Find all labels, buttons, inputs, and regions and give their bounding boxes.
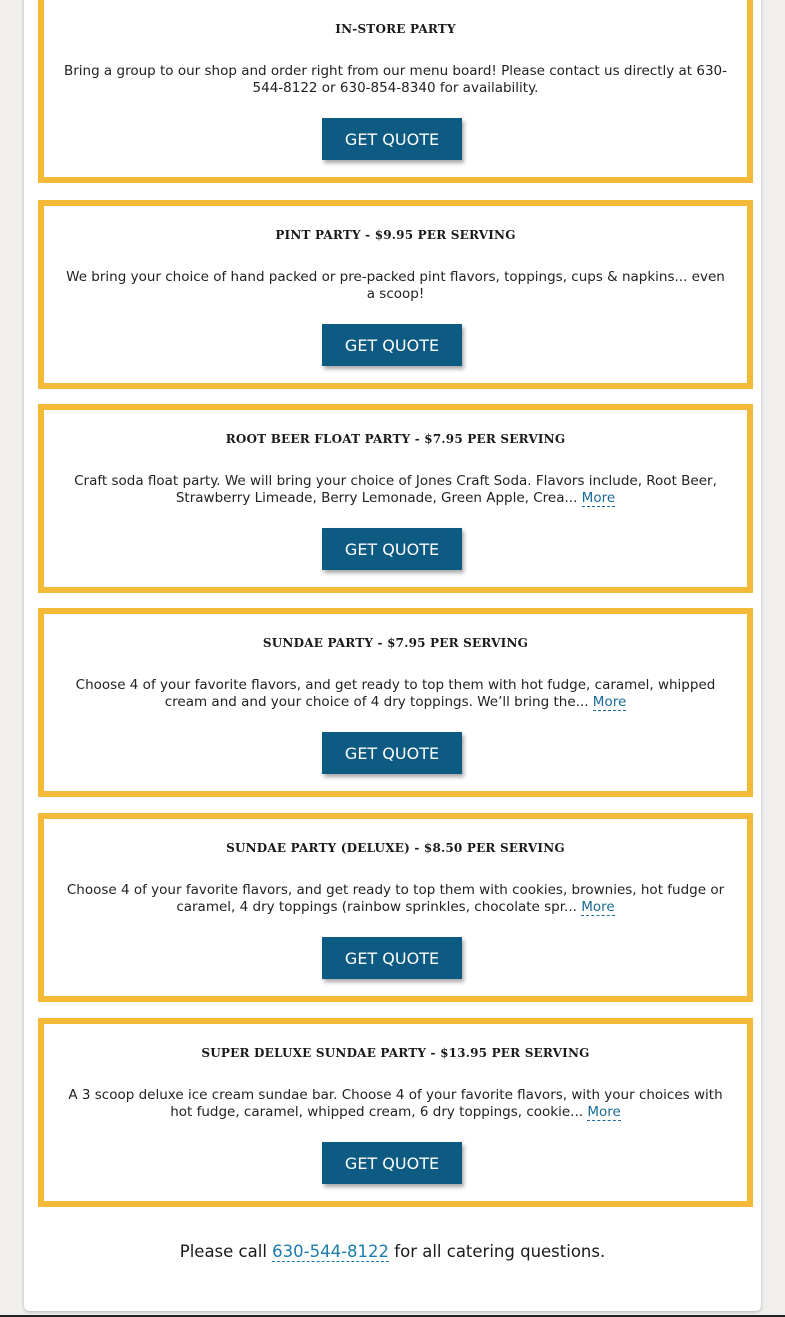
get-quote-button[interactable]: GET QUOTE xyxy=(322,324,462,366)
phone-link[interactable]: 630-544-8122 xyxy=(272,1242,390,1262)
more-link[interactable]: More xyxy=(587,1104,621,1121)
party-description-text: Bring a group to our shop and order righ… xyxy=(63,63,728,96)
party-description-text: Choose 4 of your favorite flavors, and g… xyxy=(66,882,725,915)
party-description: Choose 4 of your favorite flavors, and g… xyxy=(62,677,729,711)
party-card-in-store: IN-STORE PARTY Bring a group to our shop… xyxy=(38,0,753,183)
catering-contact-line: Please call 630-544-8122 for all caterin… xyxy=(24,1242,761,1262)
party-card-super-deluxe: SUPER DELUXE SUNDAE PARTY - $13.95 PER S… xyxy=(38,1018,753,1207)
more-link[interactable]: More xyxy=(592,694,627,711)
more-link[interactable]: More xyxy=(581,490,616,507)
party-title: SUNDAE PARTY (DELUXE) - $8.50 PER SERVIN… xyxy=(226,841,565,855)
party-title: ROOT BEER FLOAT PARTY - $7.95 PER SERVIN… xyxy=(225,432,566,446)
party-description: We bring your choice of hand packed or p… xyxy=(62,269,729,303)
footer-suffix: for all catering questions. xyxy=(389,1242,606,1261)
get-quote-button[interactable]: GET QUOTE xyxy=(322,528,462,570)
party-description: Craft soda float party. We will bring yo… xyxy=(62,473,729,507)
party-description-text: A 3 scoop deluxe ice cream sundae bar. C… xyxy=(68,1087,723,1120)
party-description: Choose 4 of your favorite flavors, and g… xyxy=(62,882,729,916)
footer-prefix: Please call xyxy=(179,1242,273,1261)
get-quote-button[interactable]: GET QUOTE xyxy=(322,118,462,160)
party-title: IN-STORE PARTY xyxy=(335,22,456,36)
party-card-sundae: SUNDAE PARTY - $7.95 PER SERVING Choose … xyxy=(38,608,753,797)
party-title: SUNDAE PARTY - $7.95 PER SERVING xyxy=(262,636,529,650)
party-card-root-beer-float: ROOT BEER FLOAT PARTY - $7.95 PER SERVIN… xyxy=(38,404,753,593)
party-card-pint: PINT PARTY - $9.95 PER SERVING We bring … xyxy=(38,200,753,389)
party-title: SUPER DELUXE SUNDAE PARTY - $13.95 PER S… xyxy=(201,1046,590,1060)
party-description: Bring a group to our shop and order righ… xyxy=(62,63,729,97)
party-description-text: We bring your choice of hand packed or p… xyxy=(66,269,725,302)
party-description: A 3 scoop deluxe ice cream sundae bar. C… xyxy=(62,1087,729,1121)
get-quote-button[interactable]: GET QUOTE xyxy=(322,732,462,774)
party-card-sundae-deluxe: SUNDAE PARTY (DELUXE) - $8.50 PER SERVIN… xyxy=(38,813,753,1002)
party-title: PINT PARTY - $9.95 PER SERVING xyxy=(275,228,516,242)
more-link[interactable]: More xyxy=(581,899,615,916)
get-quote-button[interactable]: GET QUOTE xyxy=(322,937,462,979)
get-quote-button[interactable]: GET QUOTE xyxy=(322,1142,462,1184)
party-description-text: Craft soda float party. We will bring yo… xyxy=(74,473,717,506)
